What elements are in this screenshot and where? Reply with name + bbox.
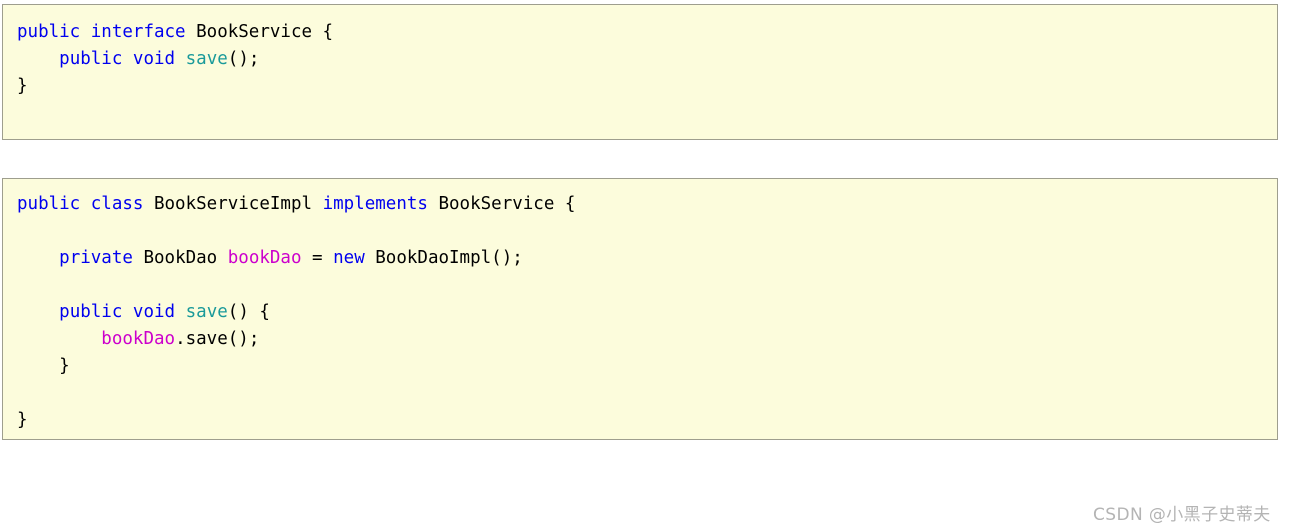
code-token: save xyxy=(185,49,228,69)
code-block-interface-bookservice: public interface BookService { public vo… xyxy=(2,4,1278,140)
code-token: public xyxy=(59,49,123,69)
code-line: private BookDao bookDao = new BookDaoImp… xyxy=(17,245,1277,272)
code-token: BookDaoImpl(); xyxy=(364,248,523,268)
code-token: public xyxy=(17,22,81,42)
code-token: interface xyxy=(90,22,186,42)
code-token: new xyxy=(333,248,365,268)
code-line: public interface BookService { xyxy=(17,19,1277,46)
code-token: implements xyxy=(322,194,428,214)
code-lines-impl: public class BookServiceImpl implements … xyxy=(3,179,1277,434)
code-line: } xyxy=(17,407,1277,434)
code-token: = xyxy=(301,248,334,268)
code-line: } xyxy=(17,353,1277,380)
code-token: } xyxy=(17,356,70,376)
code-token: () { xyxy=(227,302,270,322)
code-token: void xyxy=(132,49,176,69)
code-token: void xyxy=(132,302,176,322)
csdn-watermark: CSDN @小黑子史蒂夫 xyxy=(1093,505,1271,525)
code-token: BookService { xyxy=(427,194,576,214)
code-token: bookDao xyxy=(101,329,176,349)
code-token: public xyxy=(17,194,81,214)
code-token: (); xyxy=(227,49,260,69)
code-token: class xyxy=(90,194,144,214)
code-line: public class BookServiceImpl implements … xyxy=(17,191,1277,218)
code-token: } xyxy=(17,76,28,96)
code-token: .save(); xyxy=(175,329,260,349)
code-line: } xyxy=(17,73,1277,100)
code-token: save xyxy=(185,302,228,322)
code-line: public void save() { xyxy=(17,299,1277,326)
code-token: private xyxy=(59,248,133,268)
code-token: bookDao xyxy=(227,248,302,268)
code-line: public void save(); xyxy=(17,46,1277,73)
code-lines-interface: public interface BookService { public vo… xyxy=(3,5,1277,100)
code-token: BookDao xyxy=(132,248,228,268)
code-block-class-bookserviceimpl: public class BookServiceImpl implements … xyxy=(2,178,1278,440)
code-token: } xyxy=(17,410,28,430)
code-token: BookServiceImpl xyxy=(143,194,323,214)
code-token: BookService { xyxy=(185,22,334,42)
code-token: public xyxy=(59,302,123,322)
code-line: bookDao.save(); xyxy=(17,326,1277,353)
